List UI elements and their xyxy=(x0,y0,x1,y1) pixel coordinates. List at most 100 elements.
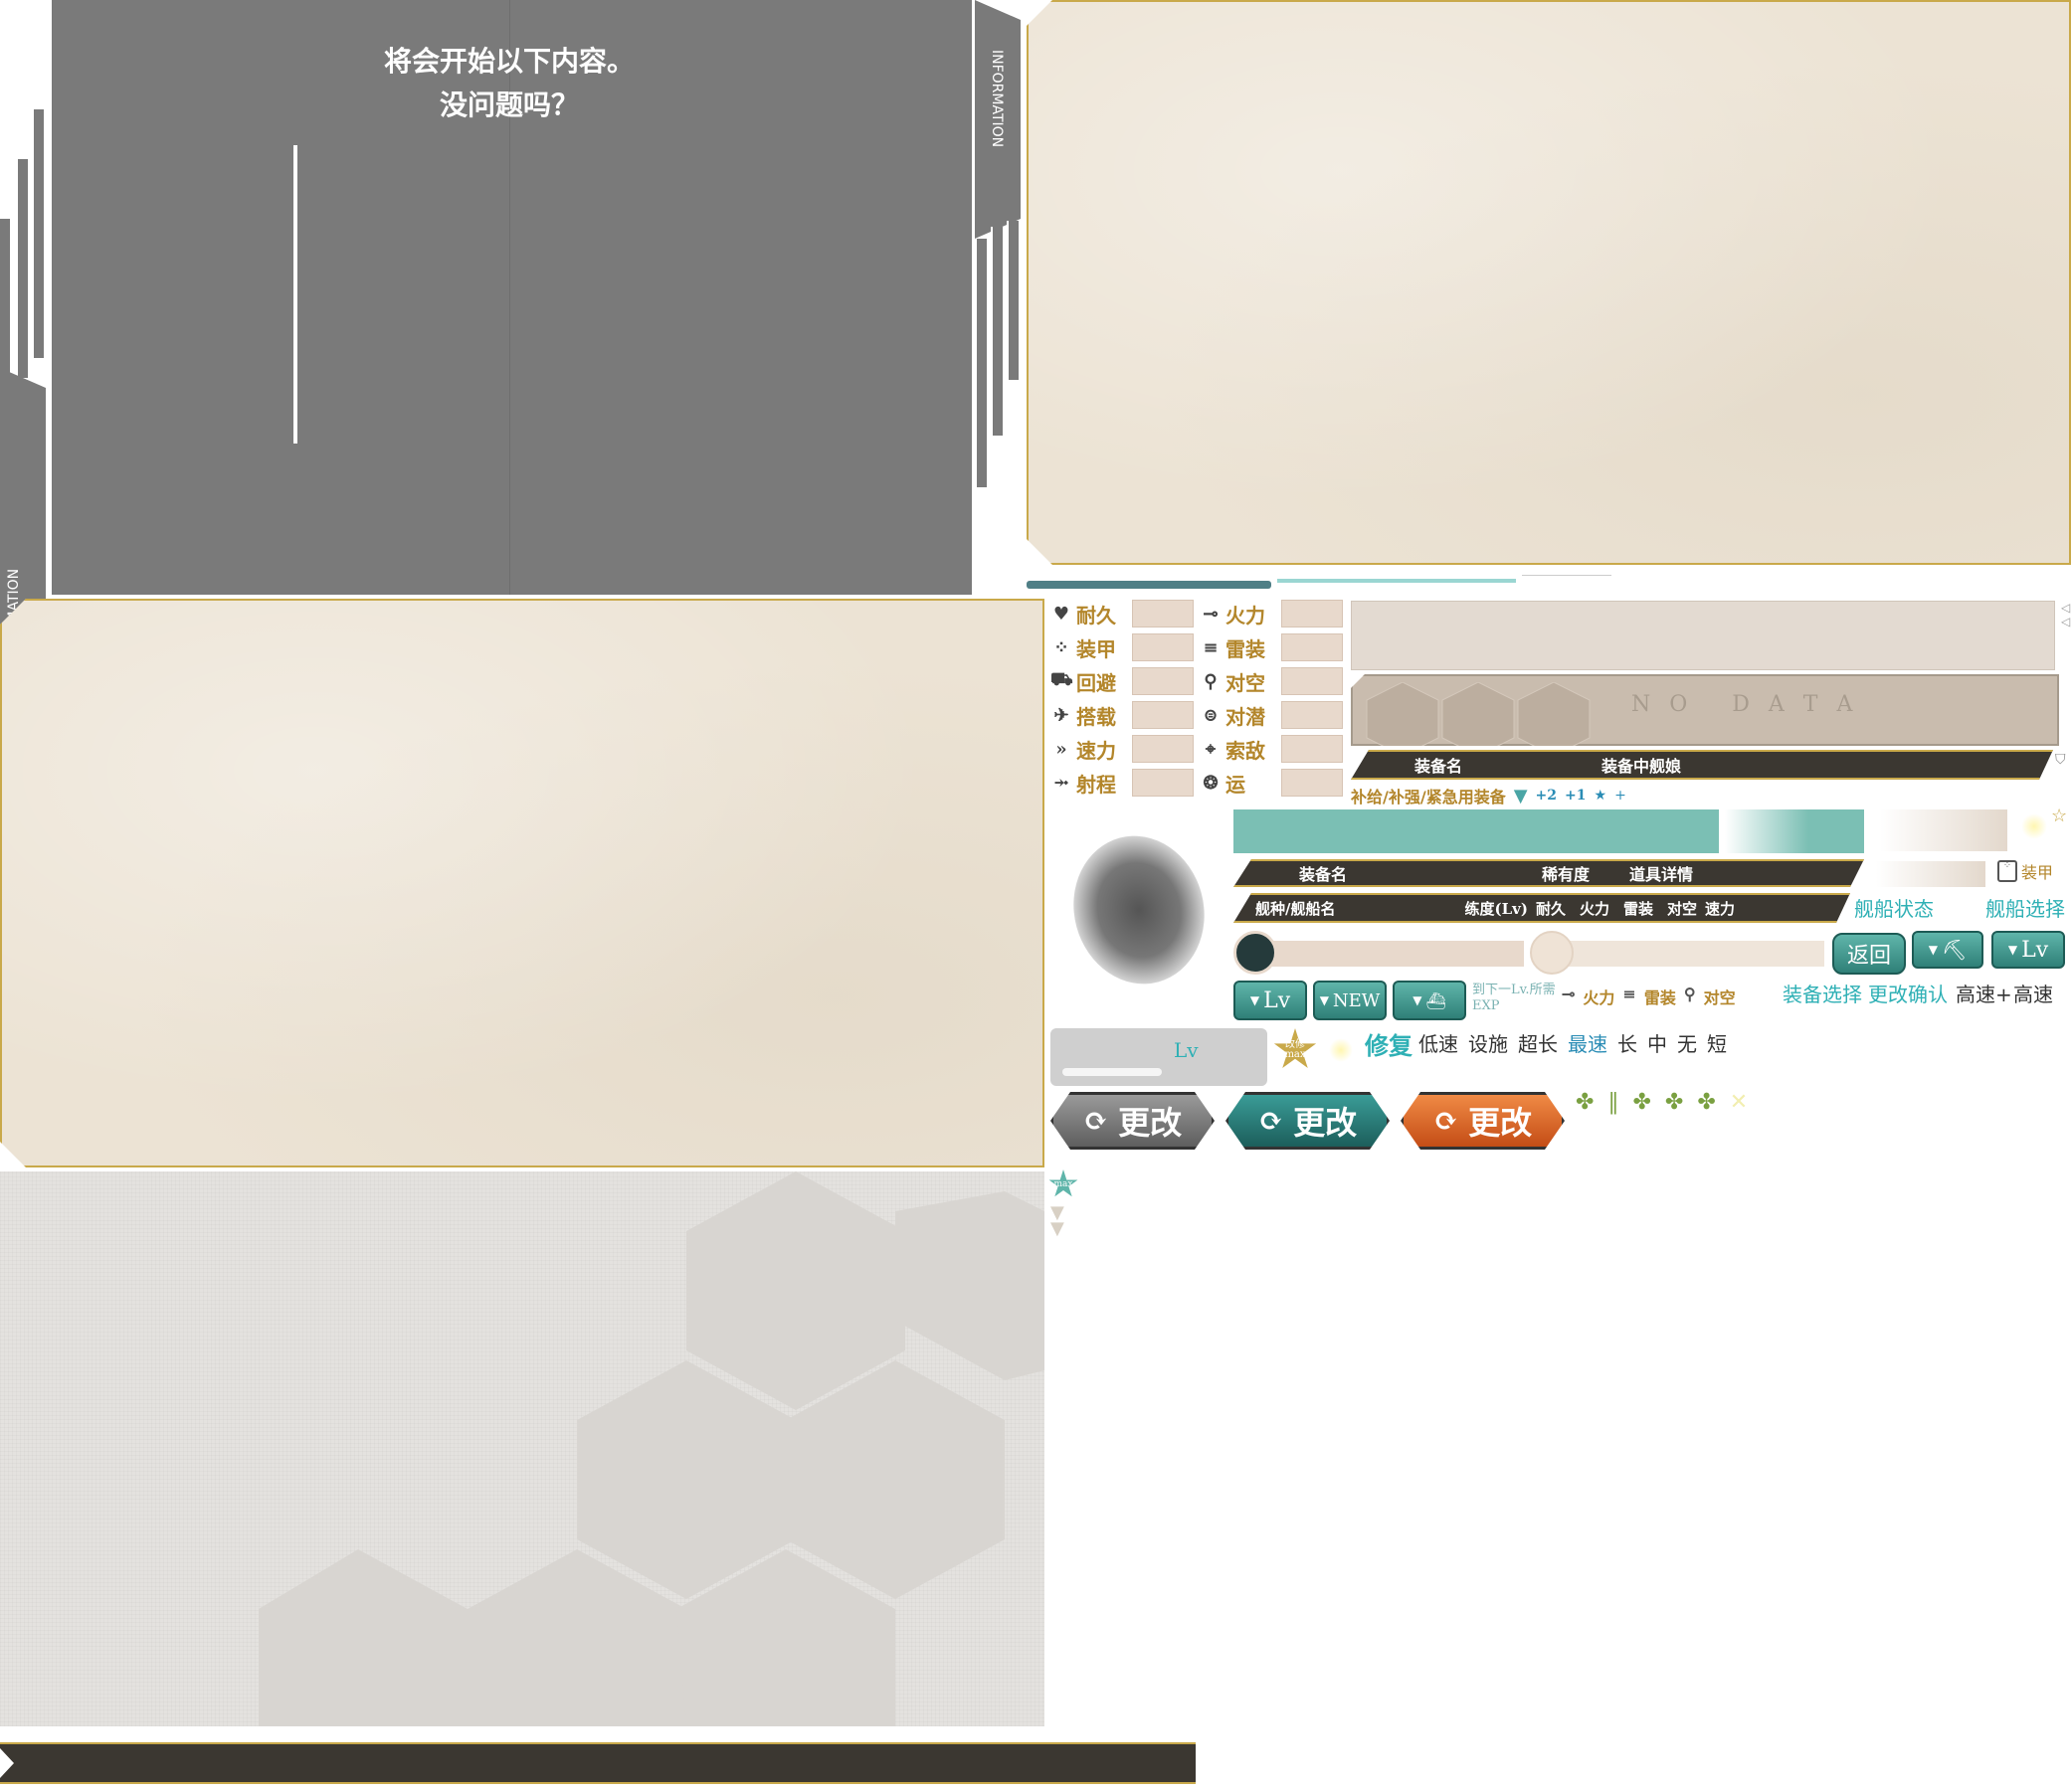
dropdown-arrow-icon: ▼ xyxy=(1928,943,1938,957)
ship-list-header: 舰种/舰船名 练度(Lv) 耐久 火力 雷装 对空 速力 xyxy=(1233,893,1850,923)
change-button-orange[interactable]: ⟳ 更改 xyxy=(1401,1092,1565,1150)
header-speed: 速力 xyxy=(1705,899,1736,918)
stat-value-box xyxy=(1281,633,1343,661)
beige-panel-middle xyxy=(0,599,1044,1167)
aa-icon: ⚲ xyxy=(1204,670,1218,692)
change-button-gray[interactable]: ⟳ 更改 xyxy=(1050,1092,1215,1150)
stat-row-asw: ⊜ 对潜 xyxy=(1200,700,1345,730)
stat-value-box xyxy=(1132,769,1194,797)
glow-icon xyxy=(1329,1038,1353,1062)
shield-small-icon: ⛉ xyxy=(2055,752,2066,768)
los-icon: ⌖ xyxy=(1205,738,1217,760)
stat-row-torpedo: ≡ 雷装 xyxy=(1200,632,1345,662)
range-icon: ⤞ xyxy=(1053,772,1069,794)
long-dark-bar xyxy=(0,1742,1196,1784)
repair-label: 修复 xyxy=(1365,1031,1412,1060)
stat-value-box xyxy=(1281,600,1343,627)
aa-mini-icon: ⚲ xyxy=(1683,985,1696,1003)
asw-icon: ⊜ xyxy=(1203,704,1219,726)
sparkle-icon xyxy=(2021,813,2047,839)
armor-small-icon: ⁘ xyxy=(1997,860,2017,882)
stat-label: » 速力 xyxy=(1050,735,1130,764)
lv-box-label: Lv xyxy=(1174,1038,1199,1062)
refresh-icon: ⟳ xyxy=(1432,1103,1459,1139)
mini-stat-row: ⊸ 火力 ≡ 雷装 ⚲ 对空 xyxy=(1562,985,1736,1007)
range-long-label: 长 xyxy=(1617,1032,1637,1056)
sort-lv-button[interactable]: ▼ Lv xyxy=(1233,981,1307,1020)
max-star-small: max xyxy=(1048,1169,1078,1197)
next-exp-label: 到下一Lv.所需EXP xyxy=(1472,983,1556,1013)
change-button-teal[interactable]: ⟳ 更改 xyxy=(1225,1092,1390,1150)
right-tab-stack: INFORMATION xyxy=(975,0,1023,487)
torpedo-mini-icon: ≡ xyxy=(1622,985,1636,1003)
sprout-icon: ✤ xyxy=(1632,1090,1651,1115)
speed-fast-label: 高速 xyxy=(2013,983,2053,1006)
dropdown-arrow-icon: ▼ xyxy=(1319,993,1329,1007)
sort-ship-type-button[interactable]: ▼ ⛏ xyxy=(1912,931,1983,969)
hex-pattern xyxy=(259,1171,1044,1726)
speed-fast-plus-label: 高速+ xyxy=(1956,983,2012,1006)
stat-label: ⤞ 射程 xyxy=(1050,769,1130,798)
header2-equip-name: 装备名 xyxy=(1299,865,1348,884)
slider-light-knob[interactable] xyxy=(1530,931,1574,975)
sort-lv-button-top[interactable]: ▼ Lv xyxy=(1991,931,2065,969)
stat-value-box xyxy=(1132,633,1194,661)
speed-low-label: 低速 xyxy=(1418,1032,1458,1056)
scroll-arrow-icon[interactable]: ◁ ◁ xyxy=(2061,601,2070,628)
stat-value-box xyxy=(1132,600,1194,627)
dropdown-arrow-icon: ▼ xyxy=(1412,993,1422,1007)
header-firepower: 火力 xyxy=(1579,899,1609,918)
slider-dark-knob[interactable] xyxy=(1233,931,1277,975)
header-ship-type: 舰种/舰船名 xyxy=(1255,899,1336,918)
slider-dark[interactable] xyxy=(1233,931,1526,975)
stats-grid: ♥ 耐久 ⁘ 装甲 ⛟ 回避 ✈ 搭载 » 速力 ⤞ 射程 ⊸ 火力 ≡ 雷装 ⚲ 对空 ⊜ 对潜 ⌖ 索敌 ❂ 运 xyxy=(1050,599,1345,802)
smoke-blot xyxy=(1056,820,1222,999)
stat-label: ✈ 搭载 xyxy=(1050,701,1130,730)
stat-row-los: ⌖ 索敌 xyxy=(1200,734,1345,764)
dialog-message-line2: 没问题吗？ xyxy=(439,89,579,121)
star-outline-icon: ☆ xyxy=(2051,806,2068,826)
speed-max-label: 最速 xyxy=(1568,1032,1607,1056)
no-data-panel: N O D A T A xyxy=(1351,674,2059,746)
header2-item-detail: 道具详情 xyxy=(1629,865,1694,884)
close-icon[interactable]: ✕ xyxy=(1730,1090,1748,1115)
luck-icon: ❂ xyxy=(1203,772,1219,794)
sort-new-button[interactable]: ▼ NEW xyxy=(1313,981,1387,1020)
equip-select-label[interactable]: 装备选择 xyxy=(1783,979,1862,1007)
header-equipped-ship: 装备中舰娘 xyxy=(1601,757,1682,776)
plane-icon: ✈ xyxy=(1053,704,1069,726)
teal-bar-long xyxy=(1233,809,1719,853)
dropdown-triangle-icon[interactable]: ▼ xyxy=(1514,786,1528,806)
supply-filter-label: 补给/补强/紧急用装备 xyxy=(1351,788,1506,806)
sprout-icons: ✤ ‖ ✤ ✤ ✤ ✕ xyxy=(1576,1090,1748,1115)
slider-light[interactable] xyxy=(1530,931,1826,975)
dialog-message-line1: 将会开始以下内容。 xyxy=(383,45,635,78)
header2-rarity: 稀有度 xyxy=(1542,865,1591,884)
beige-bar-small xyxy=(1876,861,1985,887)
sort-ship-button[interactable]: ▼ ⛴ xyxy=(1393,981,1466,1020)
text-cursor xyxy=(293,145,297,444)
facility-label: 设施 xyxy=(1468,1032,1508,1056)
torpedo-icon: ≡ xyxy=(1203,636,1219,658)
beige-bar-gradient xyxy=(1880,809,2007,851)
left-tab-stack: INFORMATION xyxy=(0,109,50,597)
heart-icon: ♥ xyxy=(1052,603,1070,625)
sprout-icon: ✤ xyxy=(1576,1090,1595,1115)
stat-value-box xyxy=(1281,735,1343,763)
pause-icon: ‖ xyxy=(1607,1090,1619,1115)
ship-select-label[interactable]: 舰船选择 xyxy=(1985,893,2065,922)
modify-confirm-label[interactable]: 更改确认 xyxy=(1868,979,1948,1007)
plus-1-badge: +1 xyxy=(1565,788,1587,804)
down-arrow-icon[interactable]: ▼ ▼ xyxy=(1050,1204,1064,1238)
stat-row-luck: ❂ 运 xyxy=(1200,768,1345,798)
back-button[interactable]: 返回 xyxy=(1832,933,1906,975)
armor-icon: ⁘ xyxy=(1053,636,1069,658)
refresh-icon: ⟳ xyxy=(1082,1103,1109,1139)
ship-status-label[interactable]: 舰船状态 xyxy=(1854,893,1934,922)
stat-label: ❂ 运 xyxy=(1200,769,1279,798)
speed-icon: » xyxy=(1055,738,1067,760)
sprout-icon: ✤ xyxy=(1664,1090,1684,1115)
stat-row-armor: ⁘ 装甲 xyxy=(1050,632,1196,662)
information-tab-right[interactable]: INFORMATION xyxy=(975,0,1021,239)
gray-panel-bottom xyxy=(0,1171,1044,1726)
